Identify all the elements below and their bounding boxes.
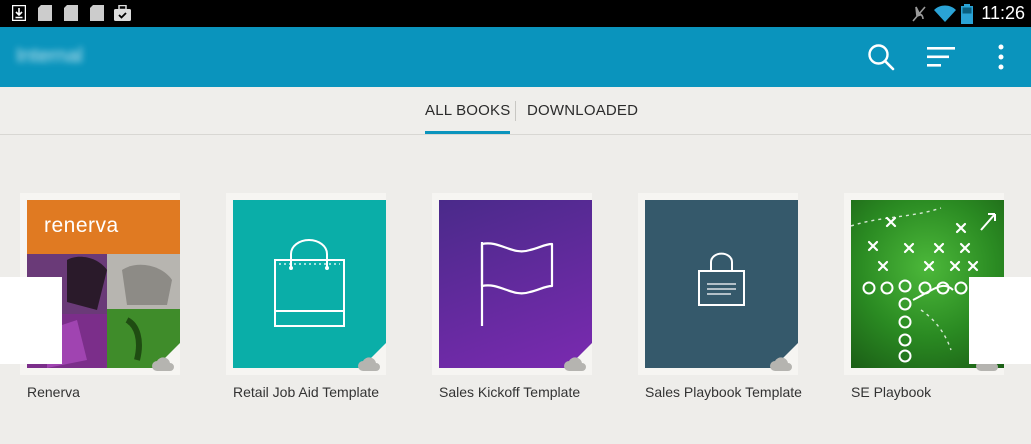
app-bar-title: Internal (16, 45, 83, 67)
cloud-icon (152, 357, 174, 371)
book-title: Renerva (27, 384, 80, 400)
tab-downloaded[interactable]: DOWNLOADED (527, 87, 638, 134)
book-cover-text: renerva (44, 214, 119, 237)
tab-label: ALL BOOKS (425, 102, 511, 119)
book-title: Sales Kickoff Template (439, 384, 581, 400)
tab-divider (515, 101, 516, 121)
battery-icon (961, 3, 974, 24)
sd-card-icon (64, 5, 78, 21)
more-vert-icon (998, 44, 1004, 70)
sd-card-icon (38, 5, 52, 21)
download-icon (12, 5, 26, 21)
more-options-button[interactable] (976, 27, 1026, 87)
search-button[interactable] (856, 27, 906, 87)
tab-label: DOWNLOADED (527, 102, 639, 119)
sort-icon (927, 47, 955, 67)
book-cover-frame (432, 193, 592, 375)
mute-icon (912, 5, 926, 22)
book-cover-frame (226, 193, 386, 375)
redaction-box (969, 277, 1031, 364)
tab-bar: ALL BOOKS DOWNLOADED (0, 87, 1031, 135)
app-bar: Internal (0, 27, 1031, 87)
book-title: SE Playbook (851, 384, 932, 400)
clock: 11:26 (981, 3, 1025, 23)
sort-button[interactable] (916, 27, 966, 87)
redaction-box (0, 277, 62, 364)
status-bar: 11:26 (0, 0, 1031, 27)
briefcase-check-icon (114, 5, 131, 21)
book-title: Sales Playbook Template (645, 384, 802, 400)
search-icon (868, 44, 895, 71)
book-title: Retail Job Aid Template (233, 384, 380, 400)
sd-card-icon (90, 5, 104, 21)
tab-all-books[interactable]: ALL BOOKS (425, 87, 511, 134)
book-cover-frame (638, 193, 798, 375)
cloud-icon (358, 357, 380, 371)
tab-selected-indicator (425, 131, 511, 134)
cloud-icon (770, 357, 792, 371)
wifi-icon (934, 5, 957, 22)
cloud-icon (564, 357, 586, 371)
